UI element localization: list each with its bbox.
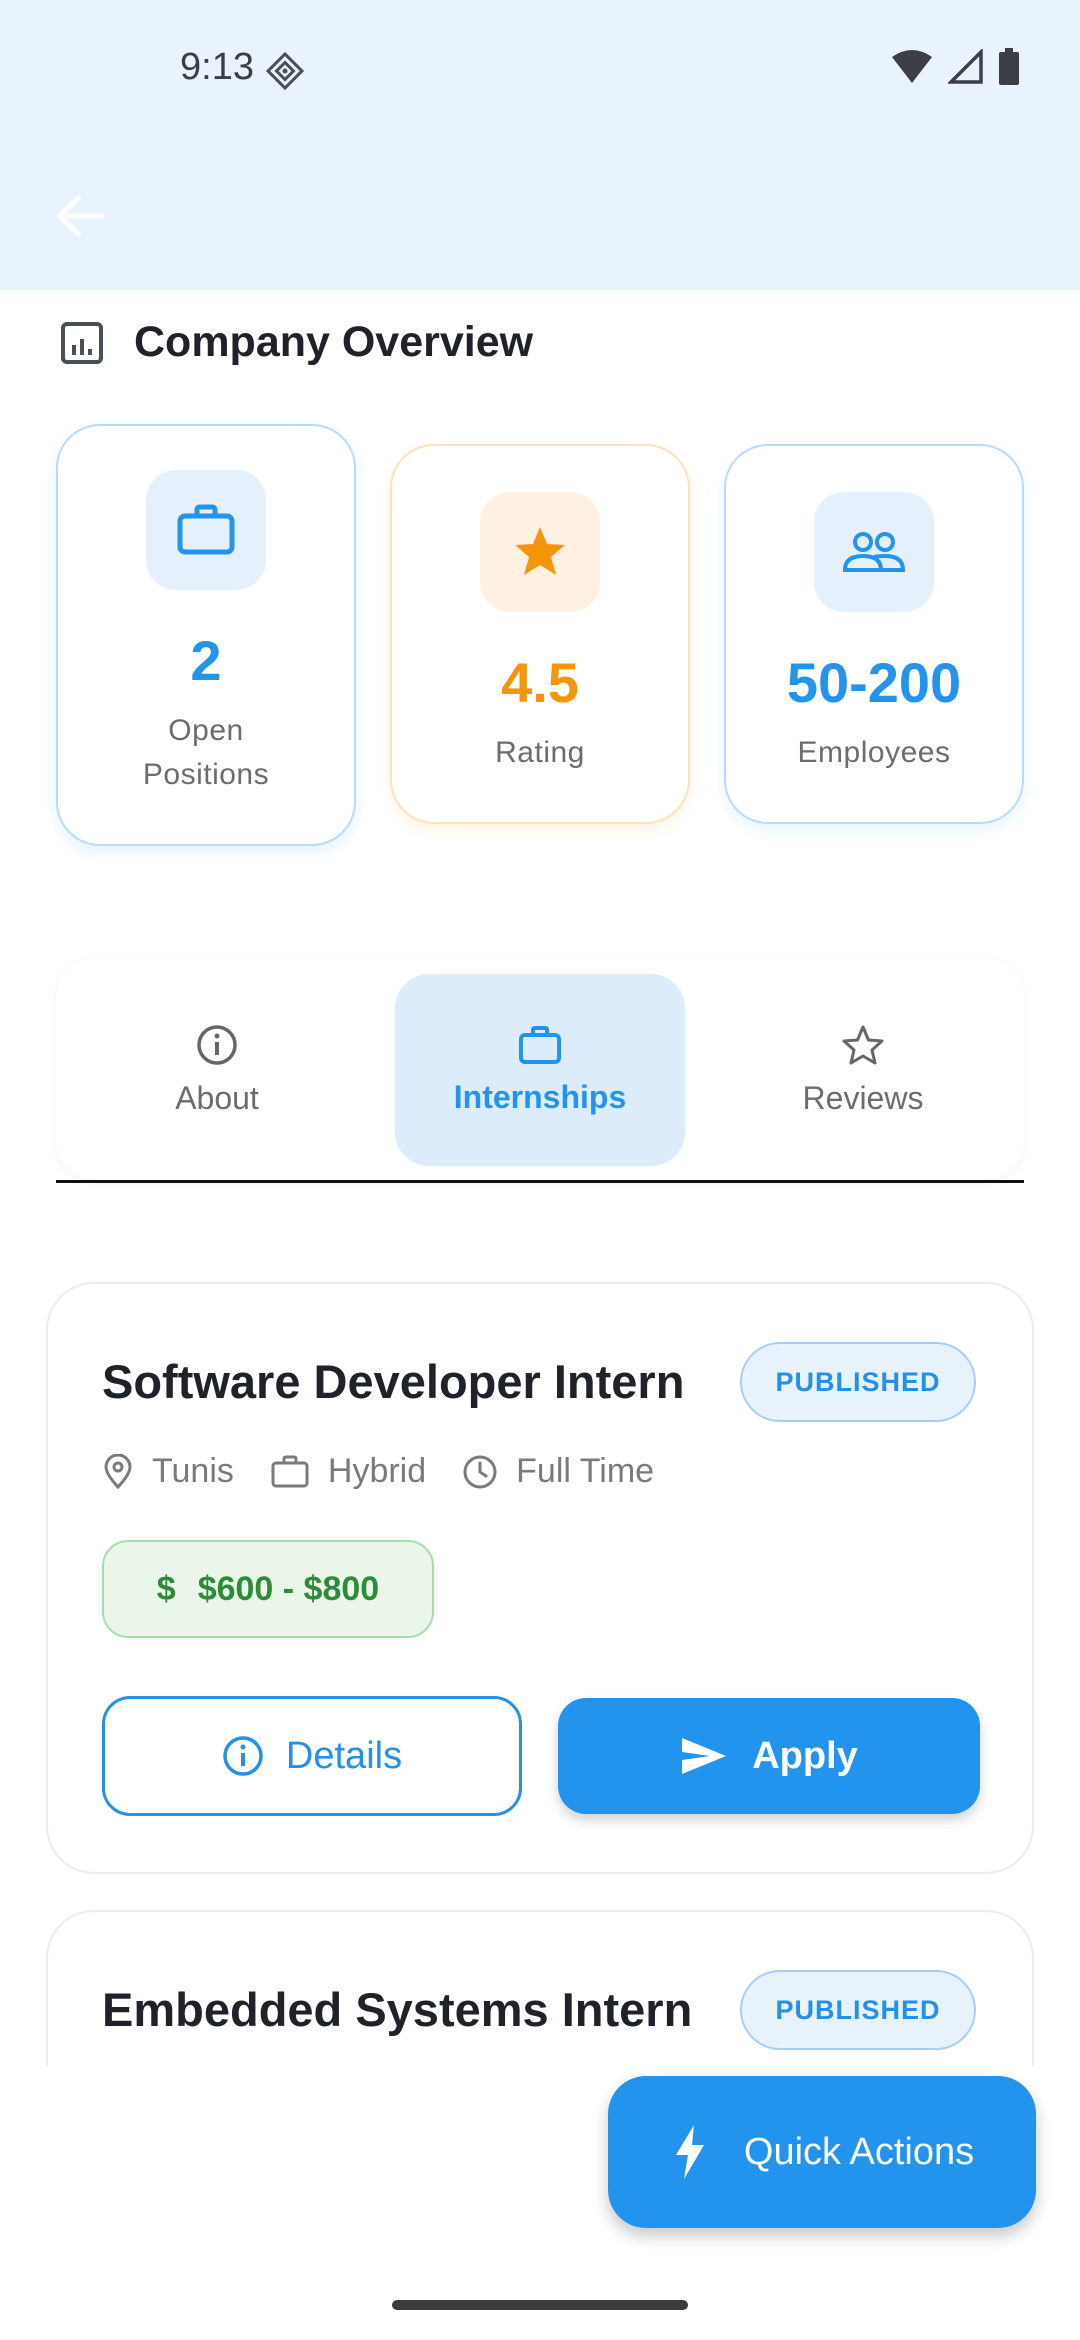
stat-label-line: Open — [168, 714, 244, 747]
battery-icon — [998, 48, 1020, 86]
info-icon — [223, 1736, 263, 1776]
job-title: Embedded Systems Intern — [102, 1983, 693, 2036]
info-icon — [197, 1024, 237, 1065]
tab-label: Internships — [453, 1078, 627, 1115]
tab-bar: About Internships Reviews — [56, 958, 1024, 1180]
meta-type: Full Time — [462, 1452, 654, 1491]
tab-divider — [56, 1180, 1024, 1183]
analytics-icon — [60, 321, 104, 365]
stat-value: 2 — [190, 629, 222, 692]
back-button[interactable] — [52, 188, 108, 244]
apply-button[interactable]: Apply — [558, 1698, 980, 1814]
job-meta: Tunis Hybrid Full Time — [102, 1452, 690, 1491]
stat-value: 4.5 — [501, 651, 579, 714]
star-outline-icon — [842, 1025, 884, 1064]
stat-card-positions[interactable]: 2 Open Positions — [56, 424, 356, 846]
briefcase-icon — [146, 470, 266, 590]
star-icon — [480, 492, 600, 612]
job-title: Software Developer Intern — [102, 1355, 685, 1408]
send-icon — [682, 1738, 727, 1774]
stat-label: Employees — [797, 736, 951, 769]
meta-text: Hybrid — [327, 1452, 427, 1490]
details-button[interactable]: Details — [102, 1696, 522, 1816]
quick-actions-button[interactable]: Quick Actions — [608, 2076, 1036, 2228]
fab-label: Quick Actions — [743, 2130, 975, 2173]
tab-about[interactable]: About — [72, 974, 362, 1166]
wifi-icon — [890, 49, 934, 85]
job-card[interactable]: Software Developer Intern PUBLISHED Tuni… — [46, 1282, 1034, 1874]
location-pin-icon — [104, 1453, 132, 1489]
meta-text: Tunis — [152, 1452, 234, 1490]
stat-card-employees[interactable]: 50-200 Employees — [724, 444, 1024, 824]
signal-icon — [948, 49, 984, 85]
details-label: Details — [285, 1734, 403, 1777]
briefcase-icon — [271, 1455, 309, 1487]
tab-label: About — [175, 1079, 259, 1116]
arrow-back-icon — [57, 195, 105, 237]
section-title: Company Overview — [134, 318, 534, 366]
salary-chip: $ $600 - $800 — [102, 1540, 434, 1638]
tab-reviews[interactable]: Reviews — [718, 974, 1008, 1166]
tab-label: Reviews — [802, 1079, 924, 1116]
tab-internships[interactable]: Internships — [395, 974, 685, 1166]
salary-text: $600 - $800 — [197, 1569, 380, 1608]
home-indicator[interactable] — [392, 2300, 688, 2310]
app-header: 9:13 — [0, 0, 1080, 290]
briefcase-icon — [519, 1025, 561, 1064]
meta-text: Full Time — [516, 1452, 655, 1490]
system-icons — [890, 48, 1020, 86]
stat-value: 50-200 — [786, 651, 962, 714]
section-header: Company Overview — [60, 318, 533, 367]
status-badge: PUBLISHED — [740, 1342, 976, 1422]
bolt-icon — [675, 2125, 704, 2179]
meta-mode: Hybrid — [270, 1452, 426, 1491]
status-time: 9:13 — [180, 46, 254, 88]
clock-icon — [463, 1455, 497, 1488]
stat-card-rating[interactable]: 4.5 Rating — [390, 444, 690, 824]
meta-location: Tunis — [102, 1452, 234, 1491]
stat-label: Rating — [495, 736, 585, 769]
people-icon — [814, 492, 934, 612]
apply-label: Apply — [752, 1734, 858, 1777]
stat-label: Open Positions — [143, 709, 269, 797]
notification-icon — [264, 50, 306, 92]
dollar-icon: $ — [156, 1569, 176, 1608]
status-badge: PUBLISHED — [740, 1970, 976, 2050]
stat-label-line: Positions — [142, 758, 270, 791]
